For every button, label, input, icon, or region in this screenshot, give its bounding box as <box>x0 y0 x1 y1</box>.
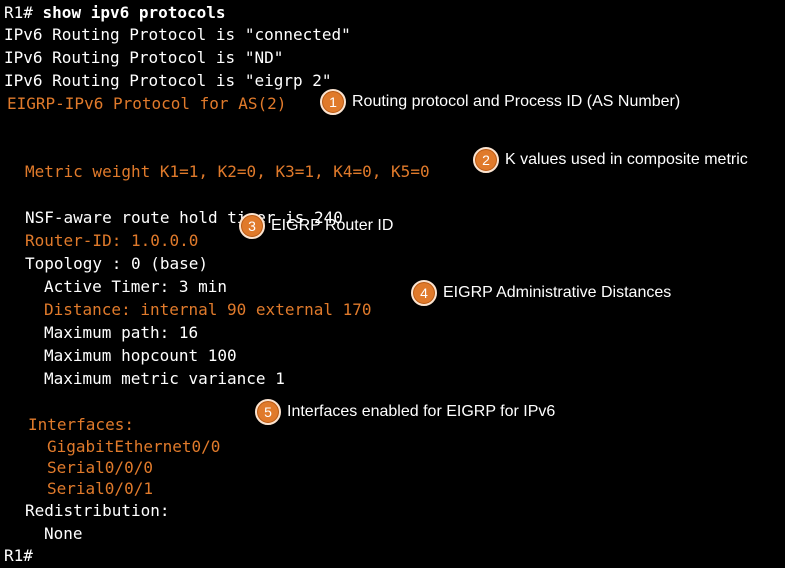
command-line: R1# show ipv6 protocols <box>4 3 226 23</box>
callout-2: 2 K values used in composite metric <box>473 147 748 173</box>
interface-gigabit: GigabitEthernet0/0 <box>47 437 221 456</box>
output-line-3: IPv6 Routing Protocol is "eigrp 2" <box>4 71 332 90</box>
topology-line: Topology : 0 (base) <box>25 254 209 273</box>
max-hopcount-line: Maximum hopcount 100 <box>44 346 237 365</box>
callout-5: 5 Interfaces enabled for EIGRP for IPv6 <box>255 399 555 425</box>
callout-text: EIGRP Administrative Distances <box>443 284 672 301</box>
max-path-line: Maximum path: 16 <box>44 323 199 342</box>
callout-number-badge: 3 <box>239 213 265 239</box>
active-timer-line: Active Timer: 3 min <box>44 277 228 296</box>
callout-1: 1 Routing protocol and Process ID (AS Nu… <box>320 89 680 115</box>
callout-4: 4 EIGRP Administrative Distances <box>411 280 671 306</box>
redistribution-none: None <box>44 524 83 543</box>
callout-3: 3 EIGRP Router ID <box>239 213 393 239</box>
metric-weight-line: Metric weight K1=1, K2=0, K3=1, K4=0, K5… <box>25 162 430 181</box>
output-line-2: IPv6 Routing Protocol is "ND" <box>4 48 284 67</box>
distance-line: Distance: internal 90 external 170 <box>44 300 372 319</box>
callout-text: Interfaces enabled for EIGRP for IPv6 <box>287 403 556 420</box>
command-text: show ipv6 protocols <box>32 3 226 22</box>
callout-number-badge: 1 <box>320 89 346 115</box>
redistribution-line: Redistribution: <box>25 501 170 520</box>
interface-serial-1: Serial0/0/1 <box>47 479 153 498</box>
max-variance-line: Maximum metric variance 1 <box>44 369 285 388</box>
callout-text: Routing protocol and Process ID (AS Numb… <box>352 93 681 110</box>
router-id-line: Router-ID: 1.0.0.0 <box>25 231 199 250</box>
prompt: R1# <box>4 3 33 22</box>
eigrp-as-line: EIGRP-IPv6 Protocol for AS(2) <box>7 94 287 113</box>
callout-number-badge: 4 <box>411 280 437 306</box>
interface-serial-0: Serial0/0/0 <box>47 458 153 477</box>
callout-text: K values used in composite metric <box>505 151 748 168</box>
output-line-1: IPv6 Routing Protocol is "connected" <box>4 25 351 44</box>
callout-number-badge: 2 <box>473 147 499 173</box>
end-prompt: R1# <box>4 546 33 565</box>
callout-number-badge: 5 <box>255 399 281 425</box>
interfaces-header: Interfaces: <box>28 415 134 434</box>
callout-text: EIGRP Router ID <box>271 217 394 234</box>
